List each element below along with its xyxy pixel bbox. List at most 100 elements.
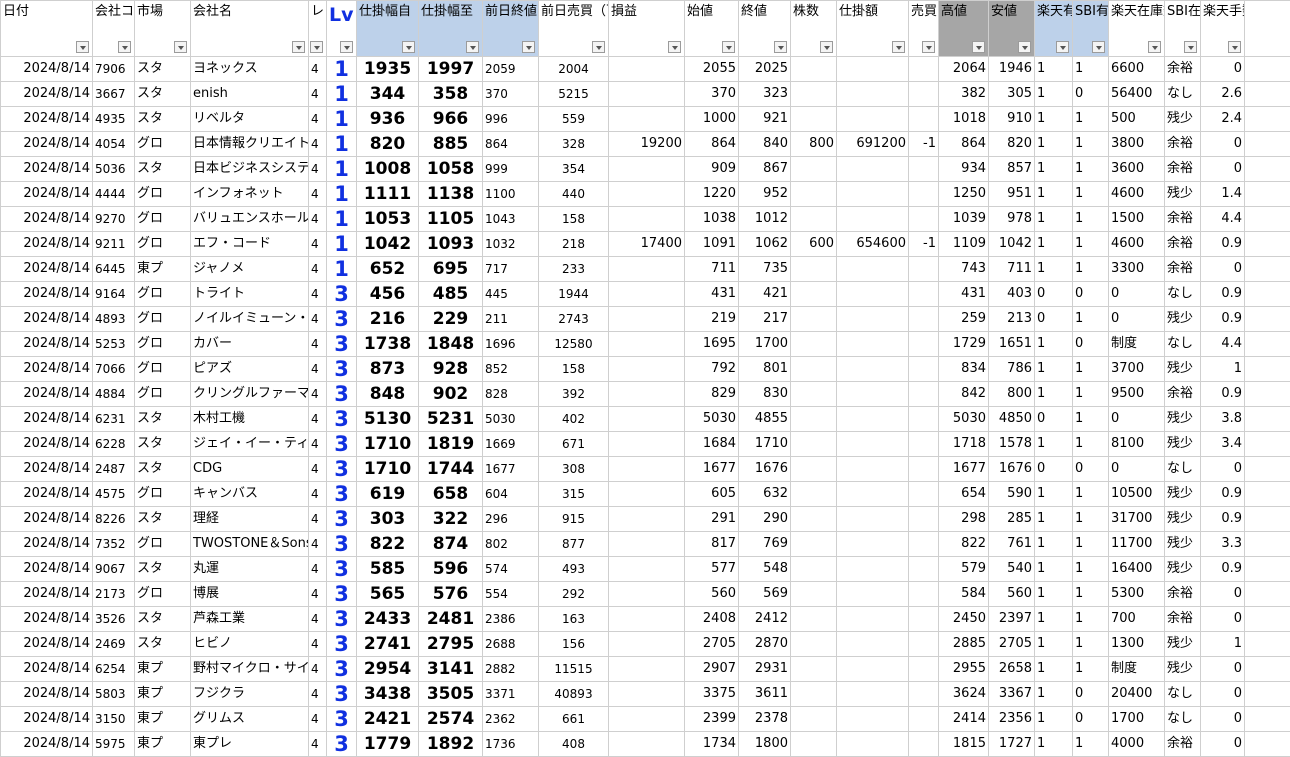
table-cell[interactable]: 3 [327, 482, 357, 507]
table-cell[interactable]: 1 [1073, 57, 1109, 82]
table-row[interactable]: 2024/8/148226スタ理経43303322296915291290298… [1, 507, 1290, 532]
table-cell[interactable]: 4 [309, 82, 327, 107]
table-cell[interactable]: 3 [327, 407, 357, 432]
table-cell[interactable]: 木村工機 [191, 407, 309, 432]
table-cell[interactable]: 303 [357, 507, 419, 532]
table-cell[interactable]: 0.9 [1201, 482, 1245, 507]
column-header[interactable]: 高値 [939, 1, 989, 57]
table-cell[interactable]: 0.9 [1201, 232, 1245, 257]
table-cell[interactable]: 1676 [989, 457, 1035, 482]
table-cell[interactable] [837, 682, 909, 707]
filter-dropdown-icon[interactable] [592, 41, 605, 53]
table-cell[interactable]: 1 [1035, 707, 1073, 732]
table-cell[interactable]: 3 [327, 332, 357, 357]
table-cell[interactable]: 921 [739, 107, 791, 132]
table-cell[interactable]: 928 [419, 357, 483, 382]
table-cell[interactable]: 残少 [1165, 657, 1201, 682]
column-header[interactable]: 損益 [609, 1, 685, 57]
table-cell[interactable]: 4 [309, 457, 327, 482]
table-cell[interactable]: 3 [327, 632, 357, 657]
table-row[interactable]: 2024/8/147906スタヨネックス41193519972059200420… [1, 57, 1290, 82]
table-cell[interactable]: 1848 [419, 332, 483, 357]
table-cell[interactable]: 1 [1035, 607, 1073, 632]
table-cell[interactable]: 0 [1073, 457, 1109, 482]
table-cell[interactable]: 1043 [483, 207, 539, 232]
table-cell[interactable]: 1250 [939, 182, 989, 207]
table-cell[interactable]: 4054 [93, 132, 135, 157]
table-cell[interactable]: 1058 [419, 157, 483, 182]
table-cell[interactable]: 358 [419, 82, 483, 107]
table-cell[interactable]: 0 [1245, 132, 1290, 157]
filter-dropdown-icon[interactable] [1148, 41, 1161, 53]
table-cell[interactable]: スタ [135, 632, 191, 657]
table-cell[interactable]: 4 [309, 707, 327, 732]
table-cell[interactable] [791, 607, 837, 632]
table-cell[interactable]: 2024/8/14 [1, 357, 93, 382]
table-cell[interactable]: 芦森工業 [191, 607, 309, 632]
table-cell[interactable]: 2059 [483, 57, 539, 82]
table-cell[interactable]: 590 [989, 482, 1035, 507]
table-row[interactable]: 2024/8/142469スタヒビノ4327412795268815627052… [1, 632, 1290, 657]
table-cell[interactable]: 291 [685, 507, 739, 532]
table-cell[interactable]: 0 [1245, 357, 1290, 382]
table-cell[interactable]: 博展 [191, 582, 309, 607]
table-cell[interactable]: 9500 [1109, 382, 1165, 407]
column-header[interactable]: 仕掛幅至 [419, 1, 483, 57]
table-cell[interactable]: 0 [1245, 432, 1290, 457]
table-cell[interactable]: 569 [739, 582, 791, 607]
table-cell[interactable] [791, 532, 837, 557]
table-cell[interactable]: 421 [739, 282, 791, 307]
table-cell[interactable]: 711 [989, 257, 1035, 282]
column-header[interactable]: 売買 [909, 1, 939, 57]
table-cell[interactable]: enish [191, 82, 309, 107]
table-cell[interactable]: 理経 [191, 507, 309, 532]
table-cell[interactable]: 2882 [483, 657, 539, 682]
table-cell[interactable]: グロ [135, 332, 191, 357]
table-cell[interactable]: 4 [309, 632, 327, 657]
table-cell[interactable]: 1 [1073, 407, 1109, 432]
table-cell[interactable]: 584 [939, 582, 989, 607]
table-cell[interactable]: 1 [327, 82, 357, 107]
table-cell[interactable]: 3438 [357, 682, 419, 707]
table-cell[interactable]: 2907 [685, 657, 739, 682]
table-cell[interactable]: 1091 [685, 232, 739, 257]
table-cell[interactable]: 40893 [539, 682, 609, 707]
table-cell[interactable]: 7906 [93, 57, 135, 82]
table-cell[interactable]: 2025 [739, 57, 791, 82]
table-cell[interactable]: グロ [135, 307, 191, 332]
table-cell[interactable]: 0 [1245, 582, 1290, 607]
table-cell[interactable]: 1677 [483, 457, 539, 482]
filter-dropdown-icon[interactable] [292, 41, 305, 53]
table-row[interactable]: 2024/8/145036スタ日本ビジネスシステムズ41100810589993… [1, 157, 1290, 182]
table-cell[interactable]: 1053 [357, 207, 419, 232]
table-cell[interactable] [791, 257, 837, 282]
table-cell[interactable]: 654 [939, 482, 989, 507]
table-cell[interactable]: 761 [989, 532, 1035, 557]
filter-dropdown-icon[interactable] [892, 41, 905, 53]
table-cell[interactable]: 0.9 [1201, 382, 1245, 407]
table-cell[interactable]: 0 [1201, 457, 1245, 482]
table-cell[interactable]: 3505 [419, 682, 483, 707]
table-cell[interactable]: 298 [939, 507, 989, 532]
table-cell[interactable]: 4 [309, 157, 327, 182]
filter-dropdown-icon[interactable] [174, 41, 187, 53]
table-cell[interactable]: 661 [539, 707, 609, 732]
table-cell[interactable]: 560 [685, 582, 739, 607]
table-cell[interactable]: 2795 [419, 632, 483, 657]
table-cell[interactable]: 2688 [483, 632, 539, 657]
table-cell[interactable]: 0 [1201, 157, 1245, 182]
table-cell[interactable]: 日本情報クリエイト [191, 132, 309, 157]
table-cell[interactable]: 864 [483, 132, 539, 157]
table-cell[interactable] [609, 82, 685, 107]
table-cell[interactable]: 残少 [1165, 557, 1201, 582]
table-cell[interactable]: 2024/8/14 [1, 232, 93, 257]
table-cell[interactable]: 4 [309, 482, 327, 507]
table-cell[interactable] [909, 457, 939, 482]
table-cell[interactable]: 1 [1035, 507, 1073, 532]
table-cell[interactable] [791, 432, 837, 457]
table-cell[interactable]: 6228 [93, 432, 135, 457]
table-cell[interactable] [609, 57, 685, 82]
table-cell[interactable]: 2412 [739, 607, 791, 632]
table-cell[interactable]: 2955 [939, 657, 989, 682]
table-cell[interactable] [909, 682, 939, 707]
